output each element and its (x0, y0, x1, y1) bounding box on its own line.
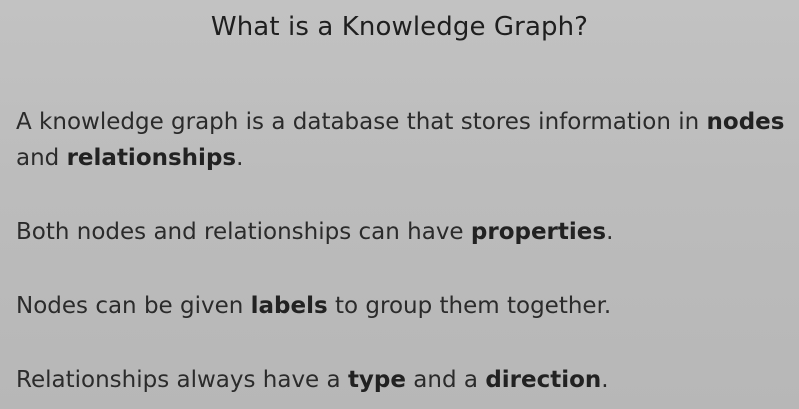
paragraph-type-direction: Relationships always have a type and a d… (16, 362, 791, 398)
text: to group them together. (327, 293, 612, 319)
bold-term-direction: direction (485, 367, 602, 393)
text: A knowledge graph is a database that sto… (16, 109, 707, 135)
slide-title: What is a Knowledge Graph? (210, 12, 589, 42)
text: and a (406, 367, 486, 393)
paragraph-definition: A knowledge graph is a database that sto… (16, 104, 791, 176)
text: Relationships always have a (16, 367, 348, 393)
paragraph-labels: Nodes can be given labels to group them … (16, 288, 791, 324)
bold-term-relationships: relationships (66, 145, 237, 171)
text: . (601, 367, 609, 393)
text: and (16, 145, 67, 171)
text: . (236, 145, 244, 171)
slide-body: A knowledge graph is a database that sto… (16, 104, 791, 398)
bold-term-nodes: nodes (706, 109, 785, 135)
paragraph-properties: Both nodes and relationships can have pr… (16, 214, 791, 250)
bold-term-type: type (347, 367, 406, 393)
slide: What is a Knowledge Graph? A knowledge g… (0, 0, 799, 409)
bold-term-properties: properties (470, 219, 607, 245)
text: Both nodes and relationships can have (16, 219, 471, 245)
text: . (606, 219, 614, 245)
bold-term-labels: labels (250, 293, 328, 319)
text: Nodes can be given (16, 293, 251, 319)
